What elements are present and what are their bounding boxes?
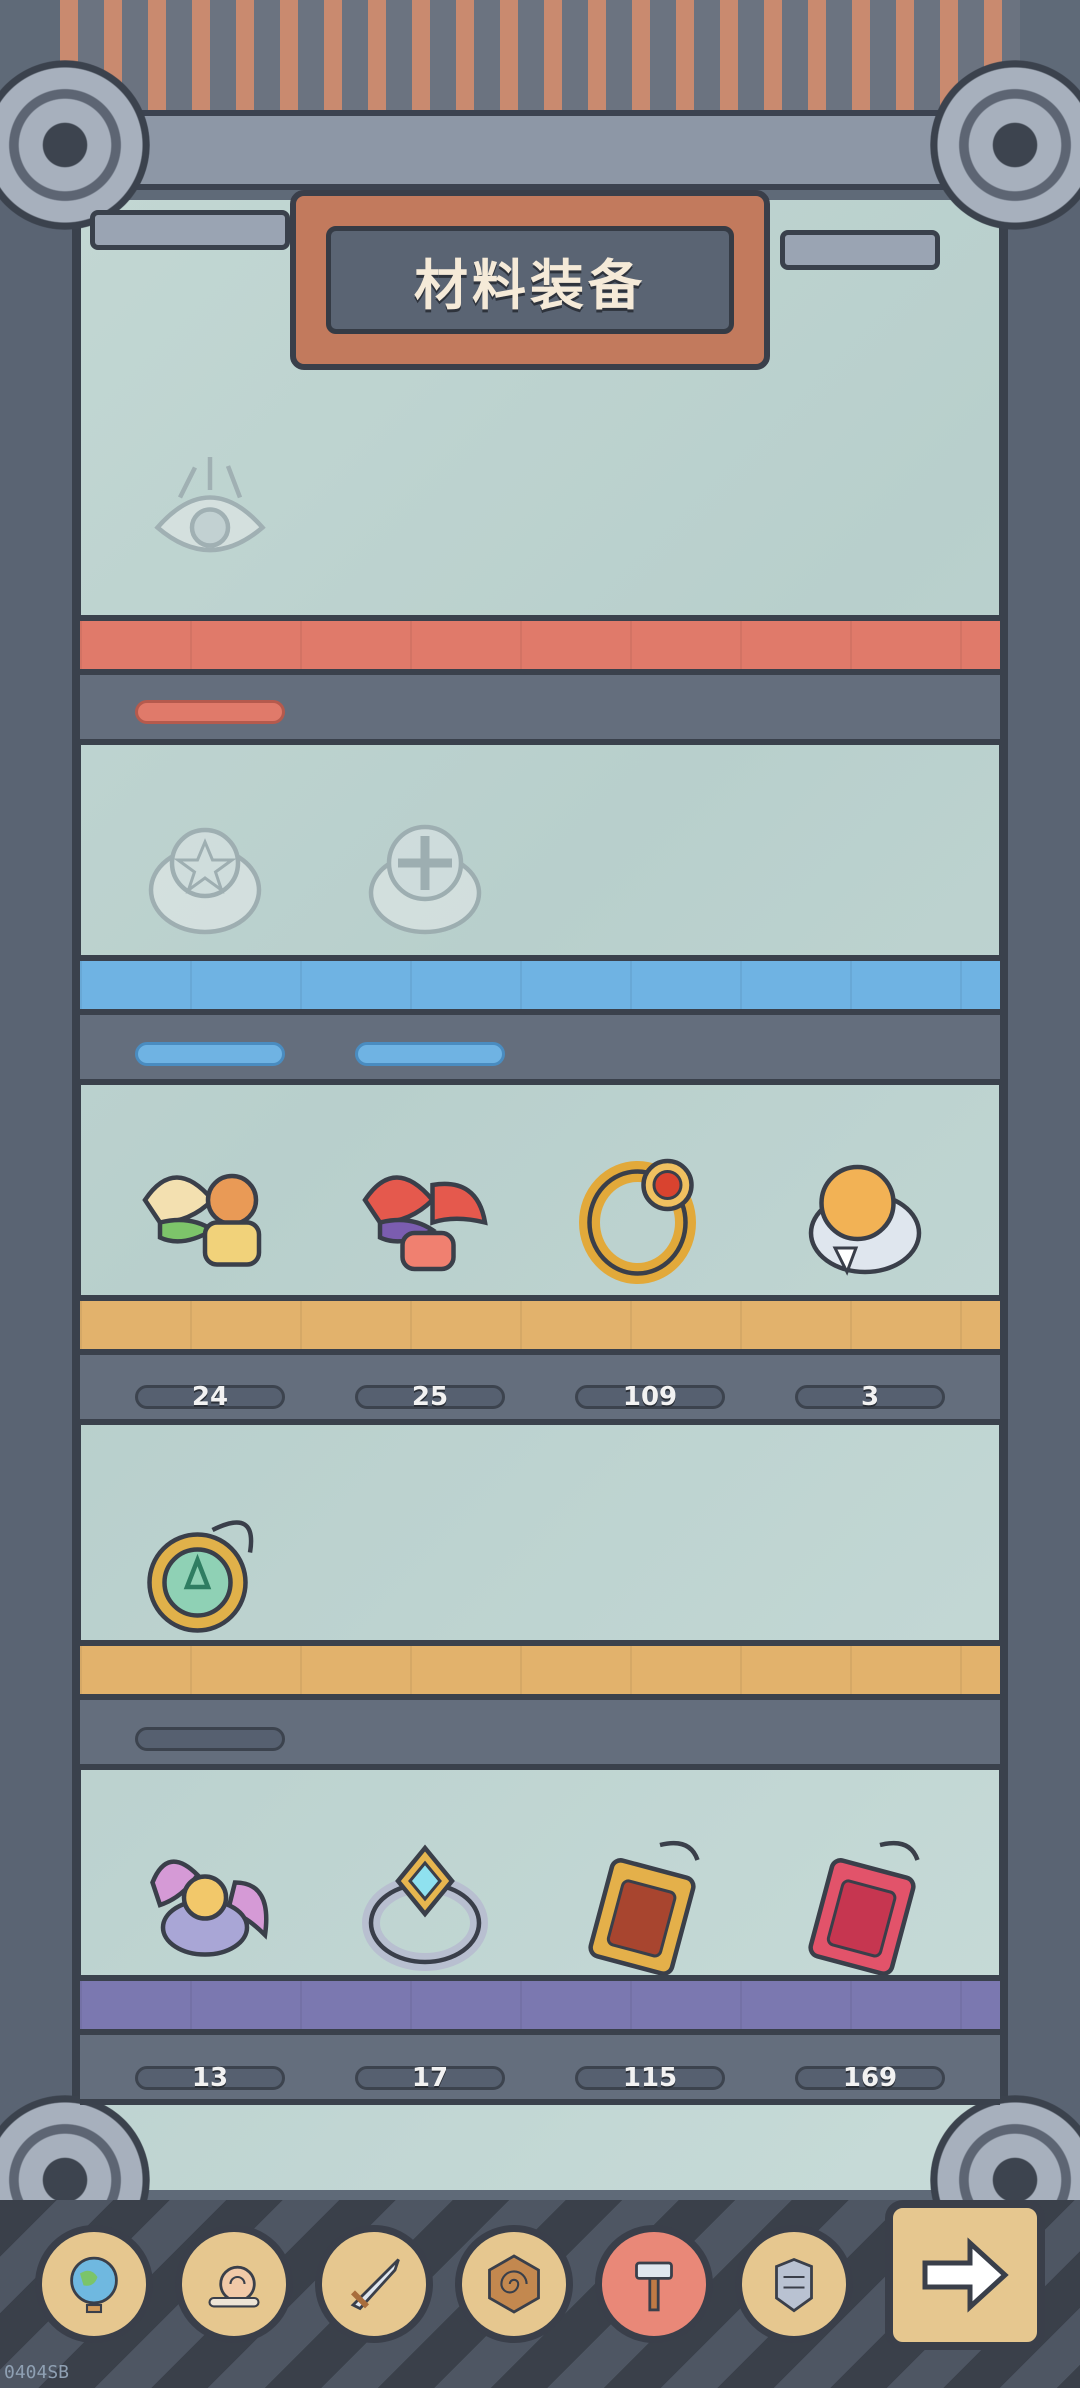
wing-ring-icon [150, 1859, 269, 1957]
next-button[interactable] [885, 2200, 1045, 2350]
item-count: 109 [575, 1382, 725, 1412]
red-tag-charm-item[interactable] [790, 1830, 940, 1980]
star-ring-icon [148, 827, 262, 935]
slot-bar [135, 1727, 285, 1751]
item-count: 3 [795, 1382, 945, 1412]
shelf-blue [80, 955, 1000, 1015]
globe-button[interactable] [35, 2225, 153, 2343]
armor-icon [775, 2257, 813, 2313]
item-count: 24 [135, 1382, 285, 1412]
red-tag-icon [808, 1840, 920, 1976]
ruby-ring-icon [579, 1158, 696, 1284]
item-count: 13 [135, 2063, 285, 2093]
title-plate: 材料装备 [290, 190, 770, 370]
armor-button[interactable] [735, 2225, 853, 2343]
crescent-ring-icon [362, 1844, 488, 1971]
page-title: 材料装备 [414, 253, 646, 317]
wing-gauntlet-red-item[interactable] [350, 1140, 500, 1290]
wing-gauntlet-icon [142, 1173, 262, 1267]
ruby-gold-ring-item[interactable] [570, 1140, 720, 1290]
right-frame [1000, 170, 1080, 2220]
purple-wing-ring-item[interactable] [130, 1830, 280, 1980]
orb-ring-icon [808, 1164, 922, 1276]
spiral-shield-button[interactable] [455, 2225, 573, 2343]
top-vent [60, 0, 1020, 120]
cross-ring-item[interactable] [350, 800, 500, 950]
eye-emblem-item[interactable] [135, 445, 285, 595]
slot-bar [135, 1042, 285, 1066]
version-label: 0404SB [4, 2362, 70, 2383]
title-panel: 材料装备 [326, 226, 734, 334]
item-count: 115 [575, 2063, 725, 2093]
green-gem-amulet-item[interactable] [130, 1500, 280, 1650]
item-count: 25 [355, 1382, 505, 1412]
snail-icon [208, 2265, 260, 2308]
slot-bar [135, 700, 285, 724]
gold-tag-icon [588, 1840, 700, 1976]
cross-ring-icon [368, 824, 482, 935]
eye-emblem-icon [154, 457, 266, 553]
pipe [90, 210, 290, 250]
wing-gauntlet-green-item[interactable] [130, 1140, 280, 1290]
shelf-orange [80, 1640, 1000, 1700]
item-count: 17 [355, 2063, 505, 2093]
pipe [780, 230, 940, 270]
left-frame [0, 170, 80, 2220]
shelf-orange [80, 1295, 1000, 1355]
arrow-right-icon [922, 2237, 1009, 2313]
wing-gauntlet-icon [362, 1175, 488, 1272]
orb-silver-ring-item[interactable] [790, 1140, 940, 1290]
hammer-button[interactable] [595, 2225, 713, 2343]
shelf-red [80, 615, 1000, 675]
star-ring-item[interactable] [130, 800, 280, 950]
globe-icon [70, 2256, 118, 2314]
slot-bar [355, 1042, 505, 1066]
swords-button[interactable] [315, 2225, 433, 2343]
crescent-gem-ring-item[interactable] [350, 1830, 500, 1980]
item-count: 169 [795, 2063, 945, 2093]
spiral-shield-icon [488, 2254, 540, 2314]
shelf-purple [80, 1975, 1000, 2035]
hammer-icon [635, 2261, 673, 2312]
swords-icon [350, 2258, 400, 2311]
snail-button[interactable] [175, 2225, 293, 2343]
gold-tag-charm-item[interactable] [570, 1830, 720, 1980]
amulet-icon [147, 1520, 254, 1633]
top-frame [40, 110, 1040, 190]
